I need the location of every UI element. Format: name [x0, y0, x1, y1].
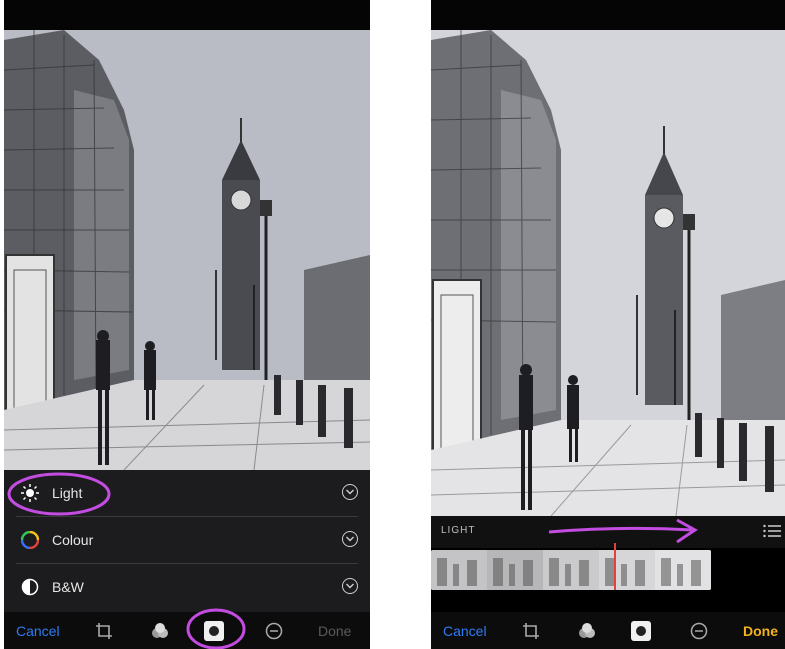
- right-phone-screen: LIGHT Cancel Done: [431, 0, 785, 649]
- left-phone-screen: Light Colour B&W Cancel Done: [4, 0, 370, 649]
- annotation-overlay: [7, 472, 246, 649]
- annotation-overlay: [548, 518, 698, 544]
